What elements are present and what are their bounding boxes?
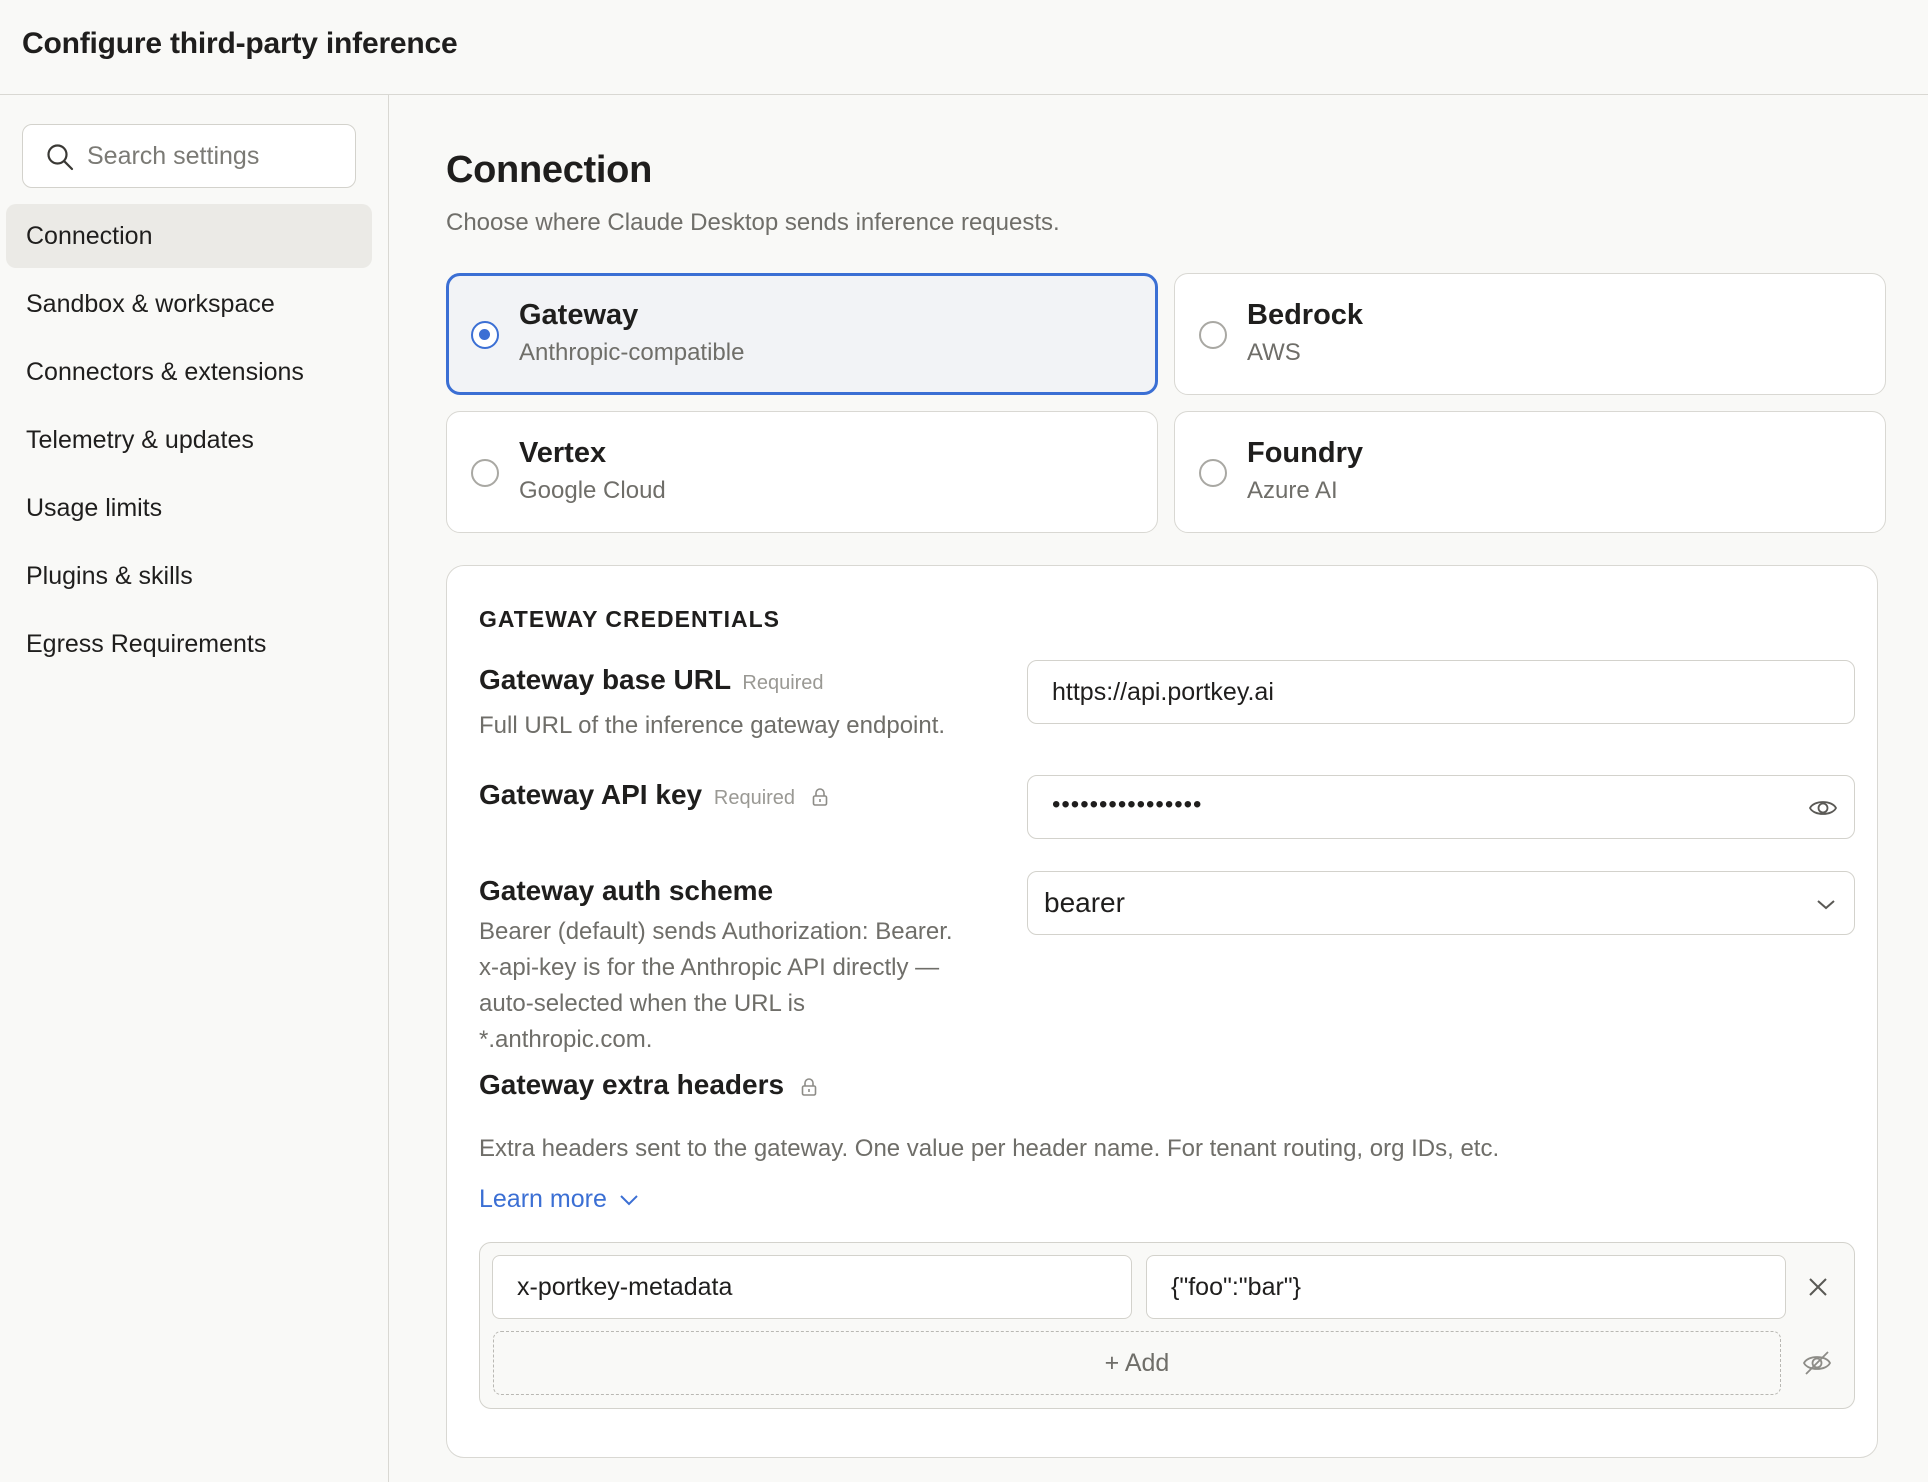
sidebar-item-telemetry-updates[interactable]: Telemetry & updates <box>6 408 372 472</box>
close-icon[interactable] <box>1806 1275 1830 1299</box>
section-title: GATEWAY CREDENTIALS <box>479 606 780 632</box>
required-tag: Required <box>742 672 824 694</box>
search-box[interactable] <box>22 124 356 188</box>
header-value-input[interactable]: {"foo":"bar"} <box>1146 1255 1786 1319</box>
option-name: Gateway <box>519 299 639 331</box>
extra-headers-help: Extra headers sent to the gateway. One v… <box>479 1135 1500 1162</box>
auth-scheme-select[interactable]: bearer <box>1027 871 1855 935</box>
chevron-down-icon <box>620 1195 638 1206</box>
option-sub: Google Cloud <box>519 477 666 504</box>
api-key-label-text: Gateway API key <box>479 779 703 810</box>
add-header-button[interactable]: + Add <box>493 1331 1781 1395</box>
required-tag: Required <box>713 787 796 809</box>
search-input[interactable] <box>87 135 342 177</box>
learn-more-link[interactable]: Learn more <box>479 1185 640 1214</box>
headers-editor: x-portkey-metadata {"foo":"bar"} + Add <box>479 1242 1855 1409</box>
chevron-down-icon <box>1817 900 1835 910</box>
auth-scheme-help-line: Bearer (default) sends Authorization: Be… <box>479 918 953 945</box>
auth-scheme-help-line: *.anthropic.com. <box>479 1026 653 1053</box>
option-sub: AWS <box>1247 339 1301 366</box>
option-foundry[interactable]: Foundry Azure AI <box>1174 411 1886 533</box>
sidebar-item-connection[interactable]: Connection <box>6 204 372 268</box>
option-bedrock[interactable]: Bedrock AWS <box>1174 273 1886 395</box>
sidebar-item-plugins-skills[interactable]: Plugins & skills <box>6 544 372 608</box>
option-sub: Azure AI <box>1247 477 1338 504</box>
auth-scheme-value: bearer <box>1044 887 1125 918</box>
title-bar: Configure third-party inference <box>0 0 1928 95</box>
option-vertex[interactable]: Vertex Google Cloud <box>446 411 1158 533</box>
sidebar-item-usage-limits[interactable]: Usage limits <box>6 476 372 540</box>
base-url-value: https://api.portkey.ai <box>1052 678 1274 706</box>
window-title: Configure third-party inference <box>22 27 458 60</box>
radio-gateway[interactable] <box>471 321 499 349</box>
gateway-credentials-card: GATEWAY CREDENTIALS Gateway base URL Req… <box>446 565 1878 1458</box>
header-name-input[interactable]: x-portkey-metadata <box>492 1255 1132 1319</box>
api-key-input[interactable]: •••••••••••••••• <box>1027 775 1855 839</box>
sidebar-item-sandbox-workspace[interactable]: Sandbox & workspace <box>6 272 372 336</box>
sidebar-item-connectors-extensions[interactable]: Connectors & extensions <box>6 340 372 404</box>
header-name-value: x-portkey-metadata <box>517 1273 733 1301</box>
option-name: Vertex <box>519 437 607 469</box>
radio-vertex[interactable] <box>471 459 499 487</box>
auth-scheme-label: Gateway auth scheme <box>479 875 774 906</box>
main-panel: Connection Choose where Claude Desktop s… <box>390 95 1928 1482</box>
header-value-value: {"foo":"bar"} <box>1171 1273 1302 1301</box>
page-title: Connection <box>446 149 652 191</box>
api-key-masked-value: •••••••••••••••• <box>1052 791 1203 818</box>
radio-bedrock[interactable] <box>1199 321 1227 349</box>
base-url-label: Gateway base URL Required <box>479 664 824 696</box>
auth-scheme-help-line: auto-selected when the URL is <box>479 990 805 1017</box>
extra-headers-label-text: Gateway extra headers <box>479 1069 785 1100</box>
option-name: Bedrock <box>1247 299 1364 331</box>
lock-icon <box>801 1077 817 1096</box>
eye-icon[interactable] <box>1808 794 1838 822</box>
auth-scheme-help: Bearer (default) sends Authorization: Be… <box>479 914 953 1058</box>
eye-off-icon[interactable] <box>1802 1349 1832 1377</box>
sidebar: Connection Sandbox & workspace Connector… <box>0 95 389 1482</box>
api-key-label: Gateway API key Required <box>479 779 829 811</box>
base-url-help: Full URL of the inference gateway endpoi… <box>479 712 946 739</box>
extra-headers-label: Gateway extra headers <box>479 1069 818 1101</box>
base-url-label-text: Gateway base URL <box>479 664 731 695</box>
search-icon <box>47 144 74 171</box>
radio-foundry[interactable] <box>1199 459 1227 487</box>
page-subtitle: Choose where Claude Desktop sends infere… <box>446 209 1060 236</box>
base-url-input[interactable]: https://api.portkey.ai <box>1027 660 1855 724</box>
sidebar-item-egress-requirements[interactable]: Egress Requirements <box>6 612 372 676</box>
auth-scheme-help-line: x-api-key is for the Anthropic API direc… <box>479 954 940 981</box>
learn-more-text: Learn more <box>479 1185 607 1213</box>
lock-icon <box>812 787 828 806</box>
option-sub: Anthropic-compatible <box>519 339 745 366</box>
option-name: Foundry <box>1247 437 1363 469</box>
option-gateway[interactable]: Gateway Anthropic-compatible <box>446 273 1158 395</box>
